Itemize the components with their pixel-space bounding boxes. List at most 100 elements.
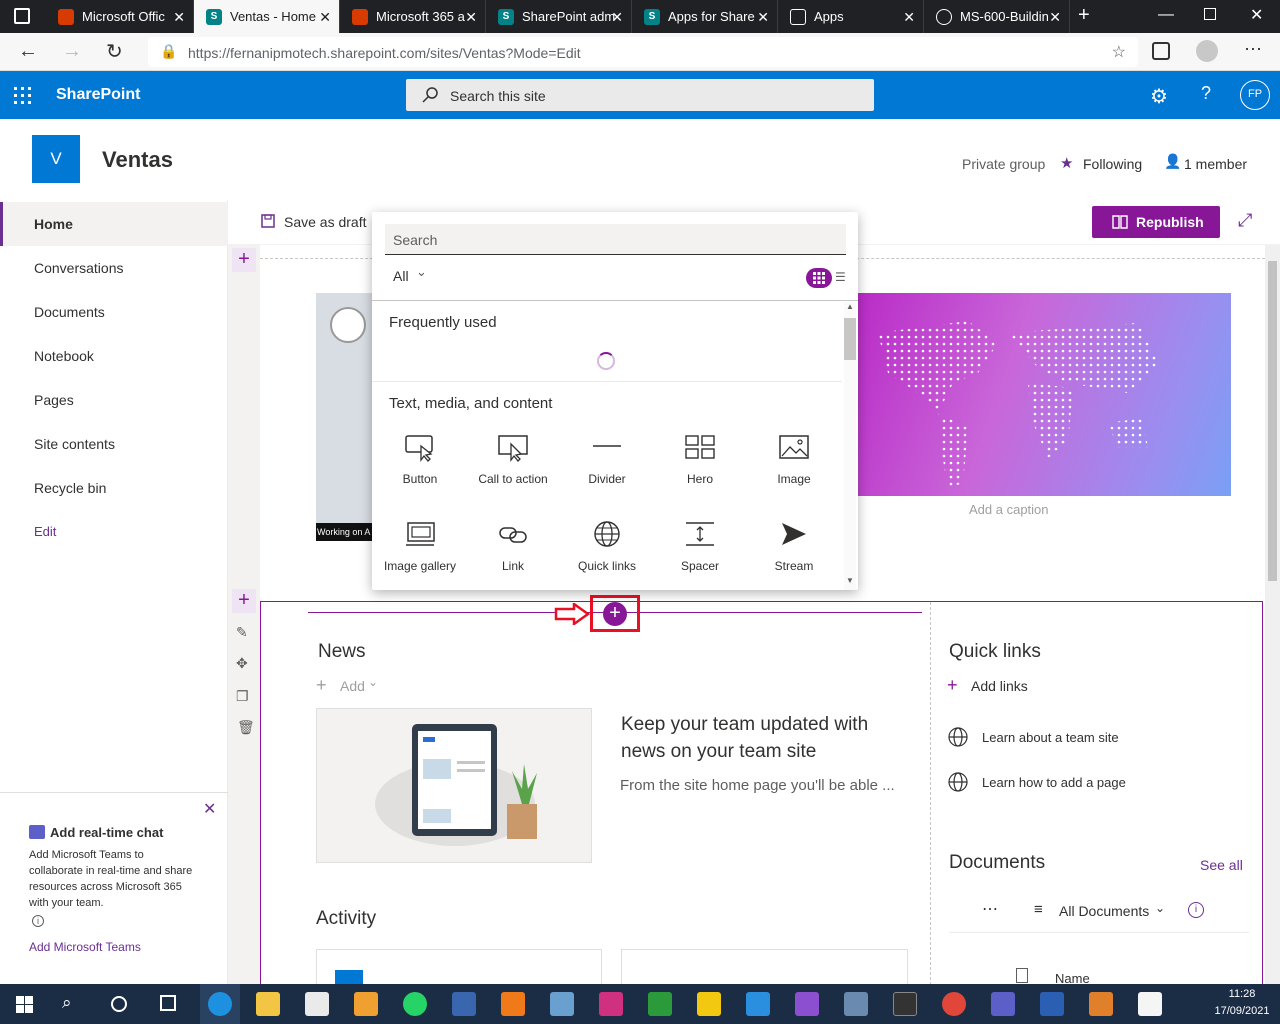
toolbox-search-input[interactable]: Search <box>385 224 846 255</box>
save-as-draft-button[interactable]: Save as draft <box>284 214 367 230</box>
delete-section-icon[interactable]: 🗑 <box>237 719 255 736</box>
quicklink-item[interactable]: Learn about a team site <box>982 730 1119 745</box>
whatsapp-icon[interactable] <box>403 992 427 1016</box>
clock-date[interactable]: 17/09/2021 <box>1210 1005 1274 1017</box>
collections-icon[interactable] <box>1152 42 1170 60</box>
sidebar-item-home[interactable]: Home <box>34 216 73 232</box>
site-logo[interactable]: V <box>32 135 80 183</box>
sidebar-item-documents[interactable]: Documents <box>34 304 105 320</box>
list-view-toggle-icon[interactable]: ☰ <box>835 270 846 284</box>
members-button[interactable]: 1 member <box>1184 156 1247 172</box>
browser-tab-active[interactable]: S Ventas - Home ✕ <box>194 0 340 33</box>
webpart-tile-call-to-action[interactable]: Call to action <box>468 434 558 486</box>
world-map-image[interactable] <box>858 293 1231 496</box>
word-icon[interactable] <box>1040 992 1064 1016</box>
news-add-button[interactable]: Add <box>340 678 365 694</box>
browser-tab[interactable]: Apps ✕ <box>778 0 924 33</box>
browser-tab[interactable]: S Apps for Share ✕ <box>632 0 778 33</box>
toolbox-scroll-thumb[interactable] <box>844 318 856 360</box>
webpart-tile-image-gallery[interactable]: Image gallery <box>375 521 465 573</box>
republish-button[interactable]: Republish <box>1092 206 1220 238</box>
caption-placeholder[interactable]: Add a caption <box>969 502 1049 517</box>
activity-title[interactable]: Activity <box>316 908 376 930</box>
view-selector[interactable]: All Documents <box>1059 903 1149 919</box>
clock-time[interactable]: 11:28 <box>1210 988 1274 1000</box>
news-headline[interactable]: Keep your team updated with news on your… <box>621 711 911 765</box>
add-section-button[interactable]: + <box>232 589 256 613</box>
refresh-icon[interactable]: ↻ <box>106 39 123 64</box>
vs-code-icon[interactable] <box>746 992 770 1016</box>
sidebar-item-site-contents[interactable]: Site contents <box>34 436 115 452</box>
forward-icon[interactable]: → <box>62 40 82 63</box>
typora-icon[interactable] <box>1138 992 1162 1016</box>
profile-icon[interactable] <box>1196 40 1218 62</box>
chevron-down-icon[interactable]: ⌄ <box>1155 901 1165 915</box>
file-explorer-icon[interactable] <box>256 992 280 1016</box>
webpart-tile-link[interactable]: Link <box>468 521 558 573</box>
close-icon[interactable]: ✕ <box>203 799 216 819</box>
office-app-icon[interactable] <box>501 992 525 1016</box>
store-icon[interactable] <box>305 992 329 1016</box>
filter-dropdown[interactable]: All <box>393 268 409 284</box>
close-window-icon[interactable]: ✕ <box>1250 5 1263 25</box>
help-icon[interactable]: ? <box>1201 83 1211 104</box>
left-image[interactable]: Working on A <box>316 293 376 541</box>
chrome-icon[interactable] <box>942 992 966 1016</box>
close-tab-icon[interactable]: ✕ <box>611 9 623 26</box>
webpart-tile-hero[interactable]: Hero <box>655 434 745 486</box>
site-title[interactable]: Ventas <box>102 147 173 173</box>
webpart-tile-image[interactable]: Image <box>749 434 839 486</box>
edit-section-icon[interactable]: ✎ <box>236 624 248 641</box>
webpart-tile-quick-links[interactable]: Quick links <box>562 521 652 573</box>
task-view-icon[interactable] <box>160 995 176 1011</box>
favorites-star-icon[interactable]: ☆ <box>1112 42 1126 62</box>
sidebar-item-notebook[interactable]: Notebook <box>34 348 94 364</box>
close-tab-icon[interactable]: ✕ <box>757 9 769 26</box>
following-button[interactable]: Following <box>1083 156 1142 172</box>
app-name[interactable]: SharePoint <box>56 86 140 104</box>
search-icon[interactable]: ⌕ <box>62 993 72 1013</box>
terminal-tool-icon[interactable] <box>648 992 672 1016</box>
quicklinks-title[interactable]: Quick links <box>949 641 1041 663</box>
close-tab-icon[interactable]: ✕ <box>465 9 477 26</box>
outlook-icon[interactable] <box>1089 992 1113 1016</box>
sidebar-item-pages[interactable]: Pages <box>34 392 74 408</box>
add-webpart-button[interactable]: + <box>603 602 627 626</box>
following-star-icon[interactable]: ★ <box>1060 154 1073 172</box>
more-icon[interactable]: ⋯ <box>1244 39 1262 60</box>
minimize-icon[interactable]: — <box>1158 6 1174 24</box>
news-thumbnail[interactable] <box>316 708 592 863</box>
tab-actions-icon[interactable] <box>14 8 30 24</box>
git-icon[interactable] <box>599 992 623 1016</box>
scroll-down-icon[interactable]: ▼ <box>846 576 854 585</box>
close-tab-icon[interactable]: ✕ <box>903 9 915 26</box>
browser-tab[interactable]: Microsoft Offic ✕ <box>46 0 194 33</box>
paint-icon[interactable] <box>550 992 574 1016</box>
sidebar-item-recycle-bin[interactable]: Recycle bin <box>34 480 106 496</box>
duplicate-section-icon[interactable]: ❐ <box>236 688 249 705</box>
app-launcher-icon[interactable] <box>14 87 32 105</box>
add-links-button[interactable]: Add links <box>971 678 1028 694</box>
cortana-icon[interactable] <box>111 996 127 1012</box>
settings-gear-icon[interactable]: ⚙ <box>1150 84 1168 109</box>
move-section-icon[interactable]: ✥ <box>236 655 248 672</box>
edge-icon[interactable] <box>208 992 232 1016</box>
visual-studio-icon[interactable] <box>795 992 819 1016</box>
user-avatar[interactable]: FP <box>1240 80 1270 110</box>
power-bi-icon[interactable] <box>697 992 721 1016</box>
sidebar-item-conversations[interactable]: Conversations <box>34 260 124 276</box>
quicklink-item[interactable]: Learn how to add a page <box>982 775 1126 790</box>
browser-tab[interactable]: Microsoft 365 a ✕ <box>340 0 486 33</box>
remote-desktop-icon[interactable] <box>844 992 868 1016</box>
news-title[interactable]: News <box>318 641 366 663</box>
chevron-down-icon[interactable]: ⌄ <box>416 264 427 280</box>
nav-edit-link[interactable]: Edit <box>34 524 56 539</box>
expand-icon[interactable]: ⤢ <box>1238 210 1252 231</box>
webpart-tile-button[interactable]: Button <box>375 434 465 486</box>
windows-start-icon[interactable] <box>16 996 33 1013</box>
scroll-up-icon[interactable]: ▲ <box>846 302 854 311</box>
maximize-icon[interactable] <box>1204 8 1216 20</box>
browser-tab[interactable]: S SharePoint adm ✕ <box>486 0 632 33</box>
scrollbar-thumb[interactable] <box>1268 261 1277 581</box>
page-scrollbar[interactable] <box>1265 245 1280 984</box>
